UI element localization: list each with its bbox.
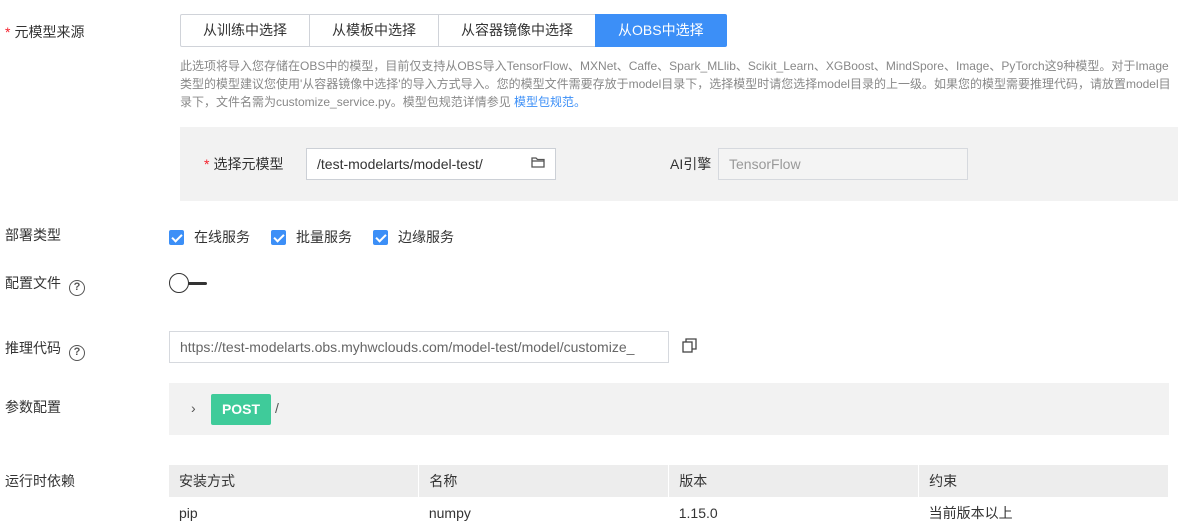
api-params-row[interactable]: › POST / [169, 383, 1169, 435]
column-header: 安装方式 [169, 465, 420, 497]
deploy-edge-checkbox[interactable]: 边缘服务 [373, 227, 454, 247]
config-file-label: 配置文件? [5, 273, 85, 296]
meta-model-label: * 选择元模型 [204, 156, 284, 172]
source-description: 此选项将导入您存储在OBS中的模型，目前仅支持从OBS导入TensorFlow、… [180, 59, 1171, 109]
deploy-online-checkbox[interactable]: 在线服务 [169, 227, 250, 247]
http-method-badge: POST [211, 394, 271, 425]
runtime-deps-table: 安装方式 名称 版本 约束 pip numpy 1.15.0 当前版本以上 [169, 465, 1169, 526]
params-label: 参数配置 [5, 399, 61, 415]
api-path: / [275, 400, 279, 416]
required-mark: * [5, 24, 11, 40]
model-package-spec-link[interactable]: 模型包规范。 [514, 95, 586, 109]
meta-model-panel: * 选择元模型 /test-modelarts/model-test/ AI引擎 … [180, 127, 1178, 201]
help-icon[interactable]: ? [69, 345, 85, 361]
help-icon[interactable]: ? [69, 280, 85, 296]
inference-code-url-field: https://test-modelarts.obs.myhwclouds.co… [169, 331, 669, 363]
copy-icon[interactable] [682, 338, 697, 353]
table-cell: 当前版本以上 [928, 505, 1013, 521]
runtime-deps-label: 运行时依赖 [5, 473, 75, 489]
table-row: pip numpy 1.15.0 当前版本以上 [169, 497, 1169, 526]
table-cell: pip [179, 505, 198, 521]
chevron-right-icon[interactable]: › [191, 400, 196, 416]
table-cell: numpy [428, 505, 471, 521]
column-header: 约束 [918, 465, 1169, 497]
ai-engine-field: TensorFlow [718, 148, 968, 180]
ai-engine-label: AI引擎 [670, 156, 712, 172]
checked-icon [373, 229, 388, 245]
table-cell: 1.15.0 [678, 505, 718, 521]
column-header: 版本 [668, 465, 920, 497]
meta-model-path-input[interactable]: /test-modelarts/model-test/ [306, 148, 556, 180]
tab-from-training[interactable]: 从训练中选择 [180, 14, 310, 47]
source-tabs: 从训练中选择 从模板中选择 从容器镜像中选择 从OBS中选择 [180, 14, 727, 47]
required-mark: * [204, 156, 210, 172]
config-file-toggle[interactable] [169, 273, 207, 293]
folder-icon[interactable] [531, 156, 545, 168]
tab-from-container-image[interactable]: 从容器镜像中选择 [438, 14, 596, 47]
inference-code-label: 推理代码? [5, 338, 85, 361]
checked-icon [271, 229, 286, 245]
checked-icon [169, 229, 184, 245]
tab-from-template[interactable]: 从模板中选择 [309, 14, 439, 47]
deploy-batch-checkbox[interactable]: 批量服务 [271, 227, 352, 247]
column-header: 名称 [418, 465, 670, 497]
tab-from-obs[interactable]: 从OBS中选择 [595, 14, 727, 47]
deploy-type-label: 部署类型 [5, 227, 61, 243]
source-label: * 元模型来源 [5, 24, 85, 40]
